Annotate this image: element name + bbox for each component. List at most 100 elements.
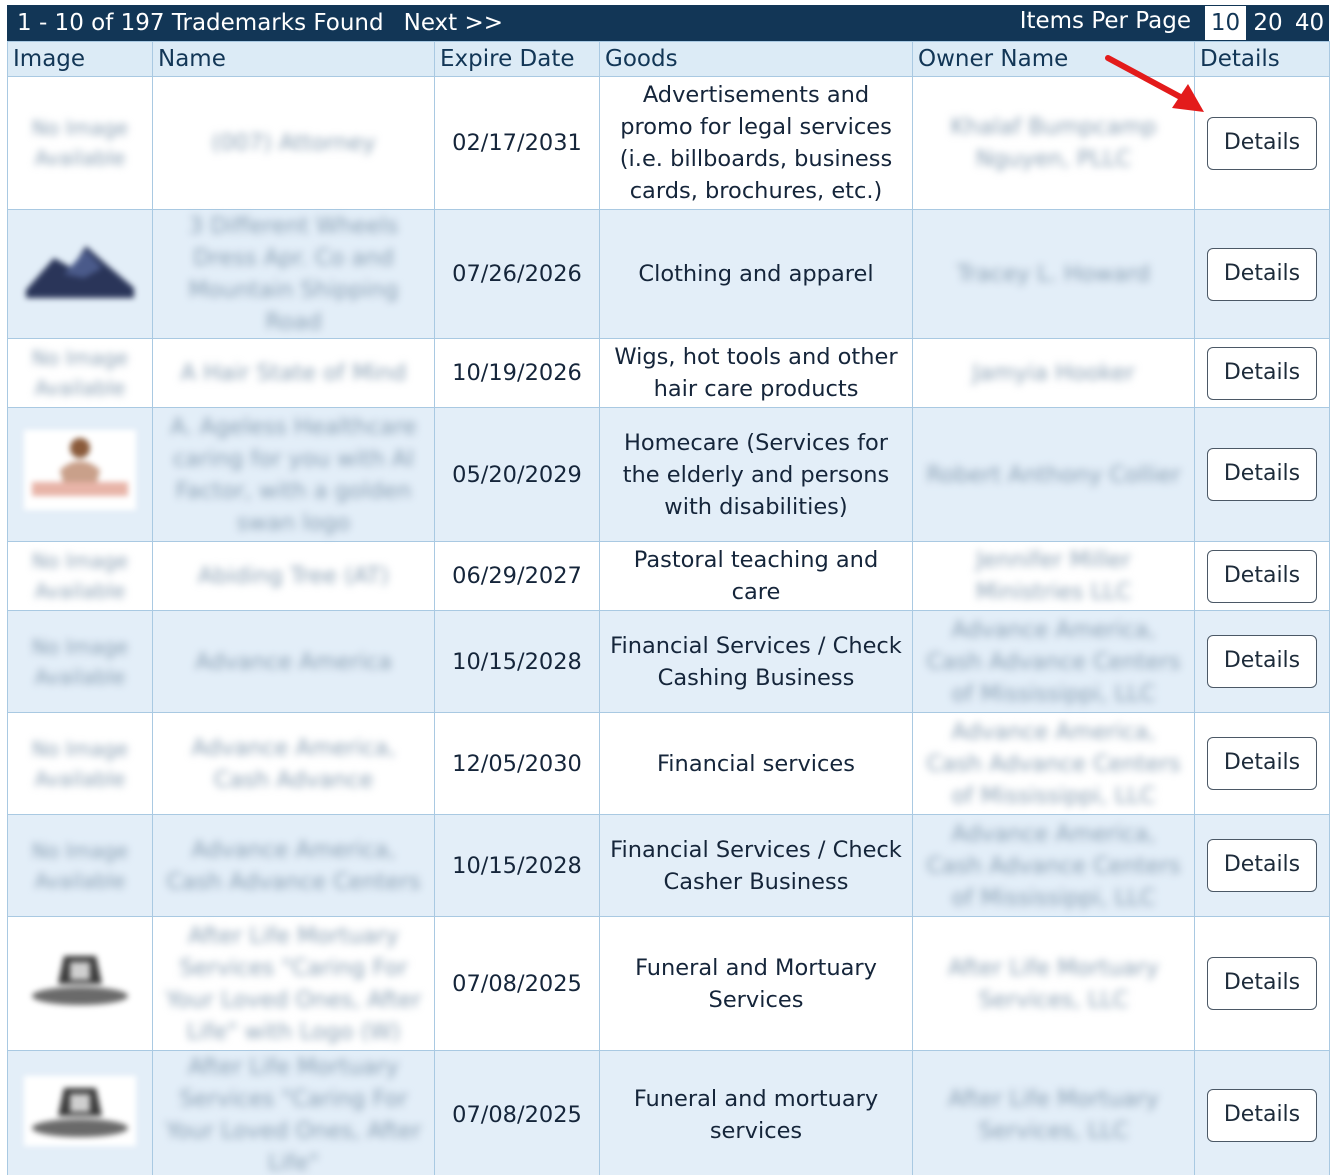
- details-button[interactable]: Details: [1207, 957, 1317, 1010]
- details-button[interactable]: Details: [1207, 737, 1317, 790]
- owner-cell: After Life Mortuary Services, LLC: [912, 916, 1195, 1051]
- trademark-name[interactable]: Abiding Tree (AT): [153, 560, 434, 592]
- details-button[interactable]: Details: [1207, 116, 1317, 170]
- details-button[interactable]: Details: [1207, 839, 1317, 892]
- trademark-name[interactable]: A Hair State of Mind: [153, 357, 434, 389]
- details-button[interactable]: Details: [1207, 1088, 1317, 1142]
- image-cell: [7, 916, 153, 1051]
- name-cell: A Hair State of Mind: [152, 338, 435, 408]
- table-row: No Image Available Advance America, Cash…: [7, 814, 1330, 917]
- owner-name: Advance America, Cash Advance Centers of…: [926, 616, 1181, 707]
- expire-date-cell: 07/26/2026: [434, 209, 600, 339]
- goods-cell: Financial Services / Check Casher Busine…: [599, 814, 913, 917]
- expire-date-cell: 07/08/2025: [434, 916, 600, 1051]
- owner-cell: Advance America, Cash Advance Centers of…: [912, 712, 1195, 815]
- no-image-placeholder: No Image Available: [31, 838, 129, 893]
- image-cell: [7, 407, 153, 542]
- results-count: 1 - 10 of 197 Trademarks Found: [17, 10, 384, 36]
- goods-cell: Pastoral teaching and care: [599, 541, 913, 611]
- name-cell: Abiding Tree (AT): [152, 541, 435, 611]
- name-cell: A. Ageless Healthcare caring for you wit…: [152, 407, 435, 542]
- mortuary-logo-image: [24, 1075, 136, 1146]
- column-header-goods: Goods: [599, 41, 913, 77]
- details-cell: Details: [1194, 814, 1330, 917]
- expire-date-cell: 10/15/2028: [434, 610, 600, 713]
- table-row: No Image Available A Hair State of Mind …: [7, 338, 1330, 408]
- details-button[interactable]: Details: [1207, 549, 1317, 603]
- table-row: After Life Mortuary Services "Caring For…: [7, 1050, 1330, 1175]
- person-logo-image: [24, 430, 136, 510]
- table-row: No Image Available Advance America 10/15…: [7, 610, 1330, 713]
- details-cell: Details: [1194, 712, 1330, 815]
- image-cell: [7, 1050, 153, 1175]
- expire-date-cell: 10/15/2028: [434, 814, 600, 917]
- expire-date-cell: 07/08/2025: [434, 1050, 600, 1175]
- owner-cell: After Life Mortuary Services, LLC: [912, 1050, 1195, 1175]
- owner-name: Tracey L. Howard: [956, 261, 1150, 287]
- details-cell: Details: [1194, 1050, 1330, 1175]
- image-cell: [7, 209, 153, 339]
- name-cell: After Life Mortuary Services "Caring For…: [152, 916, 435, 1051]
- owner-name: Jamyia Hooker: [972, 360, 1135, 386]
- page-size-20[interactable]: 20: [1248, 6, 1288, 40]
- goods-cell: Wigs, hot tools and other hair care prod…: [599, 338, 913, 408]
- details-button[interactable]: Details: [1207, 635, 1317, 688]
- expire-date-cell: 02/17/2031: [434, 76, 600, 210]
- column-header-expire-date: Expire Date: [434, 41, 600, 77]
- image-cell: No Image Available: [7, 712, 153, 815]
- goods-cell: Financial Services / Check Cashing Busin…: [599, 610, 913, 713]
- no-image-placeholder: No Image Available: [31, 634, 129, 689]
- items-per-page-label: Items Per Page: [1019, 8, 1191, 34]
- details-button[interactable]: Details: [1207, 448, 1317, 501]
- details-cell: Details: [1194, 916, 1330, 1051]
- image-cell: No Image Available: [7, 76, 153, 210]
- expire-date-cell: 10/19/2026: [434, 338, 600, 408]
- column-header-image: Image: [7, 41, 153, 77]
- details-cell: Details: [1194, 76, 1330, 210]
- no-image-placeholder: No Image Available: [31, 116, 129, 170]
- details-cell: Details: [1194, 541, 1330, 611]
- name-cell: (007) Attorney: [152, 76, 435, 210]
- name-cell: 3 Different Wheels Dress Apr. Co and Mou…: [152, 209, 435, 339]
- expire-date-cell: 12/05/2030: [434, 712, 600, 815]
- goods-cell: Advertisements and promo for legal servi…: [599, 76, 913, 210]
- details-button[interactable]: Details: [1207, 346, 1317, 400]
- owner-cell: Jamyia Hooker: [912, 338, 1195, 408]
- trademark-name[interactable]: 3 Different Wheels Dress Apr. Co and Mou…: [153, 210, 434, 338]
- red-arrow-icon: [1105, 55, 1204, 112]
- mortuary-logo-image: [24, 944, 136, 1014]
- page-size-10[interactable]: 10: [1205, 6, 1246, 40]
- name-cell: Advance America, Cash Advance: [152, 712, 435, 815]
- owner-name: Advance America, Cash Advance Centers of…: [926, 718, 1181, 809]
- no-image-placeholder: No Image Available: [31, 549, 129, 603]
- trademark-name[interactable]: After Life Mortuary Services "Caring For…: [153, 1051, 434, 1175]
- trademark-name[interactable]: A. Ageless Healthcare caring for you wit…: [153, 411, 434, 539]
- mountain-logo-image: [26, 245, 134, 298]
- owner-name: After Life Mortuary Services, LLC: [948, 1086, 1159, 1144]
- image-cell: No Image Available: [7, 541, 153, 611]
- goods-cell: Homecare (Services for the elderly and p…: [599, 407, 913, 542]
- owner-cell: Robert Anthony Collier: [912, 407, 1195, 542]
- image-cell: No Image Available: [7, 610, 153, 713]
- owner-cell: Advance America, Cash Advance Centers of…: [912, 610, 1195, 713]
- owner-cell: Tracey L. Howard: [912, 209, 1195, 339]
- owner-name: Advance America, Cash Advance Centers of…: [926, 820, 1181, 911]
- owner-cell: Advance America, Cash Advance Centers of…: [912, 814, 1195, 917]
- name-cell: Advance America: [152, 610, 435, 713]
- trademark-name[interactable]: Advance America: [153, 646, 434, 678]
- results-table: Image Name Expire Date Goods Owner Name …: [7, 41, 1330, 1175]
- trademark-results: 1 - 10 of 197 Trademarks Found Next >> I…: [7, 5, 1330, 1175]
- image-cell: No Image Available: [7, 338, 153, 408]
- trademark-name[interactable]: (007) Attorney: [153, 127, 434, 159]
- table-row: A. Ageless Healthcare caring for you wit…: [7, 407, 1330, 542]
- table-row: 3 Different Wheels Dress Apr. Co and Mou…: [7, 209, 1330, 339]
- trademark-name[interactable]: After Life Mortuary Services "Caring For…: [153, 920, 434, 1048]
- page-size-40[interactable]: 40: [1290, 6, 1329, 40]
- name-cell: After Life Mortuary Services "Caring For…: [152, 1050, 435, 1175]
- trademark-name[interactable]: Advance America, Cash Advance: [153, 732, 434, 796]
- next-page-link[interactable]: Next >>: [404, 10, 503, 36]
- no-image-placeholder: No Image Available: [31, 346, 129, 400]
- no-image-placeholder: No Image Available: [31, 736, 129, 791]
- details-button[interactable]: Details: [1207, 247, 1317, 301]
- trademark-name[interactable]: Advance America, Cash Advance Centers: [153, 834, 434, 898]
